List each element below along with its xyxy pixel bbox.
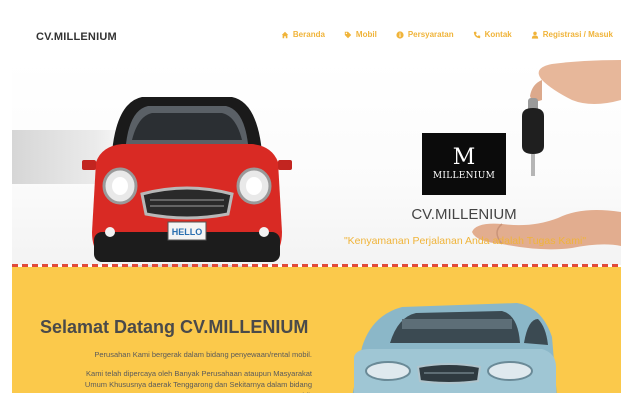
- welcome-paragraph-2: Kami telah dipercaya oleh Banyak Perusah…: [84, 369, 312, 393]
- nav-label: Registrasi / Masuk: [542, 30, 613, 39]
- site-header: CV.MILLENIUM Beranda Mobil Persyaratan K…: [12, 8, 621, 60]
- phone-icon: [473, 31, 480, 38]
- nav-item-beranda[interactable]: Beranda: [281, 30, 325, 39]
- company-logo: M MILLENIUM: [422, 133, 506, 195]
- nav-label: Beranda: [292, 30, 325, 39]
- home-icon: [281, 31, 289, 38]
- hero-banner: HELLO M MILLENIUM CV.MILLENIUM "Kenyaman…: [12, 60, 621, 280]
- red-mini-car-image: HELLO: [82, 97, 292, 280]
- nav-item-mobil[interactable]: Mobil: [344, 30, 377, 39]
- brand-name[interactable]: CV.MILLENIUM: [36, 31, 117, 43]
- tag-icon: [344, 31, 352, 38]
- license-plate-text: HELLO: [172, 227, 203, 237]
- teal-minivan-image: [352, 303, 557, 393]
- hero-tagline: "Kenyamanan Perjalanan Anda adalah Tugas…: [343, 235, 587, 247]
- nav-item-registrasi-masuk[interactable]: Registrasi / Masuk: [531, 30, 613, 39]
- welcome-paragraph-1: Perusahan Kami bergerak dalam bidang pen…: [94, 350, 312, 359]
- hero-title: CV.MILLENIUM: [411, 206, 517, 223]
- nav-label: Mobil: [355, 30, 377, 39]
- nav-item-kontak[interactable]: Kontak: [473, 30, 512, 39]
- hand-holding-key-image: [522, 60, 621, 176]
- nav-label: Persyaratan: [407, 30, 454, 39]
- logo-letter: M: [452, 145, 476, 170]
- page: HELLO M MILLENIUM CV.MILLENIUM "Kenyaman…: [12, 8, 621, 393]
- logo-wordmark: MILLENIUM: [432, 171, 496, 181]
- user-icon: [531, 31, 538, 39]
- welcome-section: Selamat Datang CV.MILLENIUM Perusahan Ka…: [12, 267, 621, 393]
- nav-label: Kontak: [484, 30, 512, 39]
- info-icon: [396, 30, 404, 39]
- main-nav: Beranda Mobil Persyaratan Kontak Registr…: [281, 30, 613, 39]
- dashed-divider: [12, 264, 621, 267]
- nav-item-persyaratan[interactable]: Persyaratan: [396, 30, 454, 39]
- welcome-heading: Selamat Datang CV.MILLENIUM: [40, 317, 309, 337]
